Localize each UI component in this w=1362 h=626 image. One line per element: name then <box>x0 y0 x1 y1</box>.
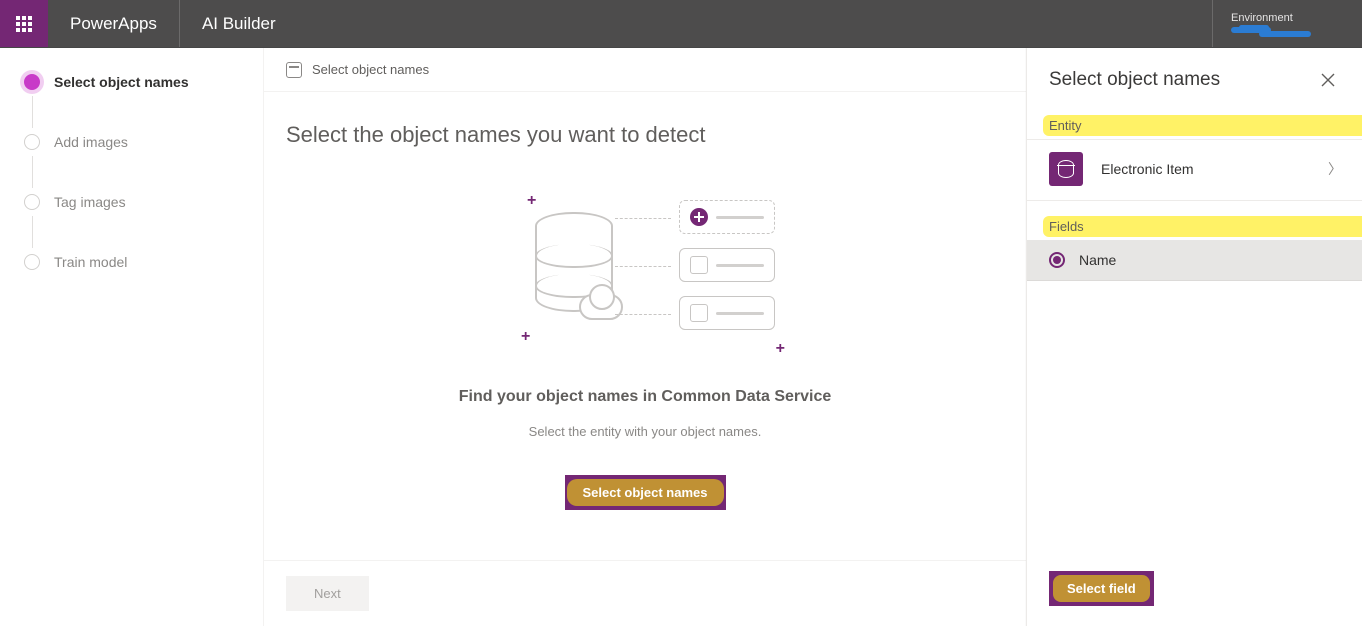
close-icon <box>1321 73 1335 87</box>
step-dot-icon <box>24 194 40 210</box>
entity-row[interactable]: Electronic Item 〉 <box>1027 139 1362 201</box>
panel-title: Select object names <box>1049 69 1220 91</box>
environment-picker[interactable]: Environment <box>1212 0 1362 47</box>
environment-value-redacted <box>1231 25 1311 39</box>
step-dot-icon <box>24 254 40 270</box>
fields-section-label: Fields <box>1049 219 1362 234</box>
page-title: Select the object names you want to dete… <box>286 122 1004 148</box>
section-label[interactable]: AI Builder <box>180 0 298 47</box>
top-nav: PowerApps AI Builder Environment <box>0 0 1362 48</box>
waffle-icon <box>16 16 32 32</box>
select-object-names-button[interactable]: Select object names <box>565 475 726 510</box>
close-panel-button[interactable] <box>1314 66 1342 94</box>
main-content: Select object names Select the object na… <box>264 48 1026 626</box>
app-launcher-button[interactable] <box>0 0 48 47</box>
step-label: Train model <box>54 254 127 270</box>
breadcrumb: Select object names <box>264 48 1026 92</box>
step-label: Select object names <box>54 74 189 90</box>
field-label: Name <box>1079 252 1116 268</box>
field-row-name[interactable]: Name <box>1027 240 1362 281</box>
main-footer: Next <box>264 560 1026 626</box>
steps-sidebar: Select object names Add images Tag image… <box>0 48 264 626</box>
step-add-images[interactable]: Add images <box>24 134 245 194</box>
environment-caption: Environment <box>1231 12 1344 24</box>
cta-subtitle: Select the entity with your object names… <box>529 424 762 439</box>
step-label: Tag images <box>54 194 126 210</box>
entity-section-label: Entity <box>1049 118 1362 133</box>
entity-name: Electronic Item <box>1101 161 1310 177</box>
side-panel: Select object names Entity Electronic It… <box>1026 48 1362 626</box>
step-dot-icon <box>24 74 40 90</box>
cta-title: Find your object names in Common Data Se… <box>459 388 832 406</box>
breadcrumb-text: Select object names <box>312 62 429 77</box>
selected-radio-icon <box>1049 252 1065 268</box>
step-label: Add images <box>54 134 128 150</box>
next-button[interactable]: Next <box>286 576 369 611</box>
step-tag-images[interactable]: Tag images <box>24 194 245 254</box>
step-select-object-names[interactable]: Select object names <box>24 74 245 134</box>
illustration: + + + <box>515 188 775 358</box>
step-train-model[interactable]: Train model <box>24 254 245 314</box>
step-dot-icon <box>24 134 40 150</box>
brand-label[interactable]: PowerApps <box>48 0 180 47</box>
select-field-button[interactable]: Select field <box>1049 571 1154 606</box>
database-icon <box>1049 152 1083 186</box>
chevron-right-icon: 〉 <box>1328 159 1342 179</box>
entity-icon <box>286 62 302 78</box>
